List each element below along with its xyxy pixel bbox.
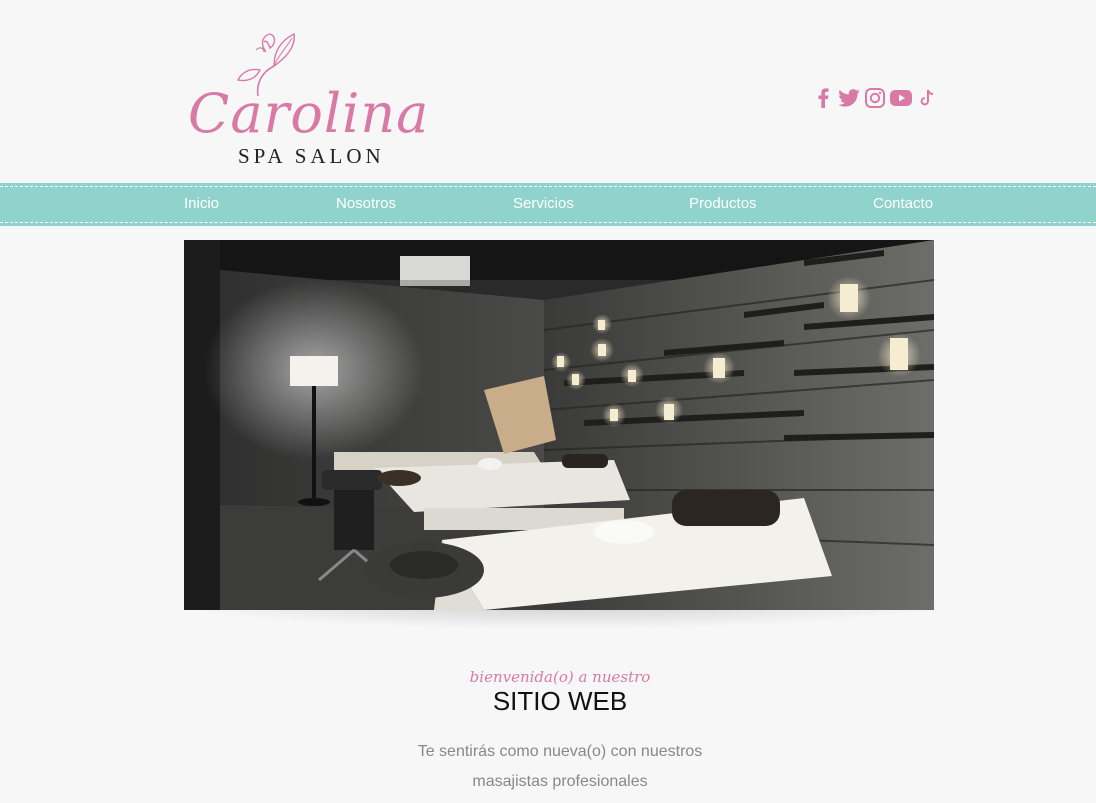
nav-item-servicios[interactable]: Servicios xyxy=(513,195,574,212)
main-nav: Inicio Nosotros Servicios Productos Cont… xyxy=(0,183,1096,226)
brand-tagline: SPA SALON xyxy=(238,144,385,168)
instagram-icon[interactable] xyxy=(864,87,886,109)
page: Carolina SPA SALON Inicio Nosotros Servi… xyxy=(0,0,1096,803)
youtube-icon[interactable] xyxy=(890,87,912,109)
nav-item-inicio[interactable]: Inicio xyxy=(184,195,219,212)
tiktok-icon[interactable] xyxy=(916,87,938,109)
brand-name: Carolina xyxy=(188,82,430,145)
spa-room-illustration xyxy=(184,240,934,610)
facebook-icon[interactable] xyxy=(812,87,834,109)
hero-image xyxy=(184,240,934,610)
social-links xyxy=(812,86,938,110)
twitter-icon[interactable] xyxy=(838,87,860,109)
nav-stitch-bottom xyxy=(0,222,1096,223)
logo[interactable]: Carolina SPA SALON xyxy=(186,28,436,170)
welcome-kicker: bienvenida(o) a nuestro xyxy=(469,668,651,686)
welcome-text-line-2: masajistas profesionales xyxy=(472,773,648,790)
nav-item-contacto[interactable]: Contacto xyxy=(873,195,933,212)
welcome-text-line-1: Te sentirás como nueva(o) con nuestros xyxy=(417,743,703,760)
nav-item-productos[interactable]: Productos xyxy=(689,195,757,212)
nav-item-nosotros[interactable]: Nosotros xyxy=(336,195,396,212)
nav-stitch-top xyxy=(0,186,1096,187)
welcome-title: SITIO WEB xyxy=(492,686,628,716)
